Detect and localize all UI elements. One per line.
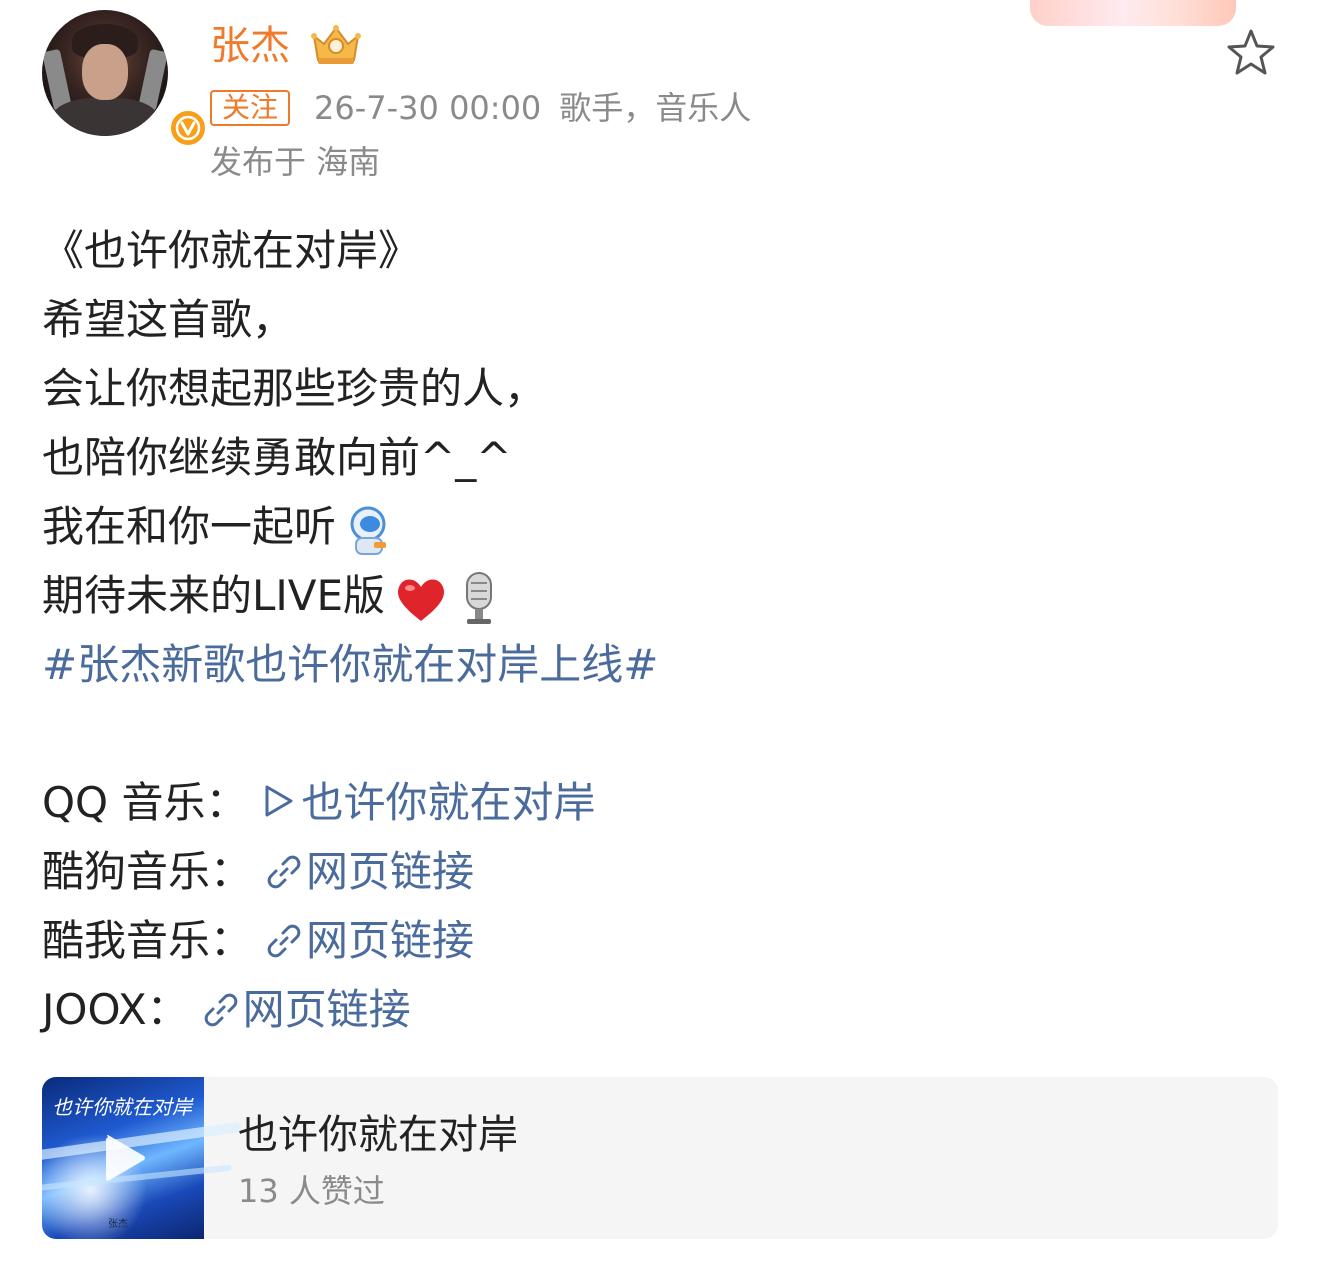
link-text: 也许你就在对岸 <box>301 778 596 827</box>
music-link-row: 酷我音乐： 网页链接 <box>42 906 1282 975</box>
link-text: 网页链接 <box>306 916 475 965</box>
kugou-music-link[interactable]: 网页链接 <box>266 847 474 896</box>
post-location: 发布于 海南 <box>210 143 381 181</box>
favorite-star-icon[interactable] <box>1224 26 1278 80</box>
author-tag: 歌手，音乐人 <box>559 89 752 127</box>
platform-label: 酷狗音乐： <box>42 847 253 896</box>
music-card[interactable]: 也许你就在对岸 张杰 也许你就在对岸 13 人赞过 <box>42 1077 1278 1239</box>
cover-title: 也许你就在对岸 <box>52 1095 192 1119</box>
platform-label: QQ 音乐： <box>42 778 248 827</box>
microphone-emoji-icon <box>466 571 493 624</box>
link-icon <box>267 855 301 889</box>
post-text-line-with-emoji: 期待未来的LIVE版 <box>42 561 1282 630</box>
username[interactable]: 张杰 <box>210 20 290 72</box>
post-text-line: 会让你想起那些珍贵的人， <box>42 364 547 413</box>
post-text-line-with-emoji: 我在和你一起听 <box>42 492 1282 561</box>
joox-link[interactable]: 网页链接 <box>203 985 411 1034</box>
topic-hashtag[interactable]: #张杰新歌也许你就在对岸上线# <box>42 630 1282 699</box>
post-header: 张杰 关注 26-7-30 00:00 歌手，音乐人 发布于 海南 <box>0 0 1320 200</box>
play-icon <box>265 785 293 817</box>
platform-label: 酷我音乐： <box>42 916 253 965</box>
follow-button[interactable]: 关注 <box>210 90 290 126</box>
post-text-line: 《也许你就在对岸》 <box>42 226 421 275</box>
kuwo-music-link[interactable]: 网页链接 <box>266 916 474 965</box>
post-text: 我在和你一起听 <box>42 502 337 551</box>
post-timestamp: 26-7-30 00:00 <box>314 89 542 127</box>
verified-badge-icon <box>168 108 208 148</box>
heart-emoji-icon <box>398 579 445 621</box>
play-button-icon[interactable] <box>96 1131 150 1185</box>
music-link-row: JOOX： 网页链接 <box>42 975 1282 1044</box>
avatar[interactable] <box>42 10 208 148</box>
crown-badge-icon <box>311 25 361 64</box>
post-meta: 26-7-30 00:00 歌手，音乐人 <box>314 86 751 130</box>
link-icon <box>204 993 237 1027</box>
music-link-row: 酷狗音乐： 网页链接 <box>42 837 1282 906</box>
link-text: 网页链接 <box>242 985 411 1034</box>
post-text-line: 希望这首歌， <box>42 295 295 344</box>
link-icon <box>267 924 301 958</box>
post-content: 《也许你就在对岸》 希望这首歌， 会让你想起那些珍贵的人， 也陪你继续勇敢向前^… <box>42 216 1282 1044</box>
cover-artist: 张杰 <box>108 1219 128 1230</box>
post-text: 期待未来的LIVE版 <box>42 571 386 620</box>
album-cover[interactable]: 也许你就在对岸 张杰 <box>42 1077 242 1239</box>
music-link-row: QQ 音乐： 也许你就在对岸 <box>42 768 1282 837</box>
post-text-line: 也陪你继续勇敢向前^_^ <box>42 433 512 482</box>
song-like-count: 13 人赞过 <box>238 1172 385 1210</box>
qq-music-link[interactable]: 也许你就在对岸 <box>261 778 595 827</box>
link-text: 网页链接 <box>306 847 475 896</box>
platform-label: JOOX： <box>42 985 189 1034</box>
avatar-image <box>42 10 168 136</box>
astronaut-emoji-icon <box>350 506 387 555</box>
decorative-banner <box>1030 0 1236 26</box>
song-title: 也许你就在对岸 <box>238 1112 518 1158</box>
